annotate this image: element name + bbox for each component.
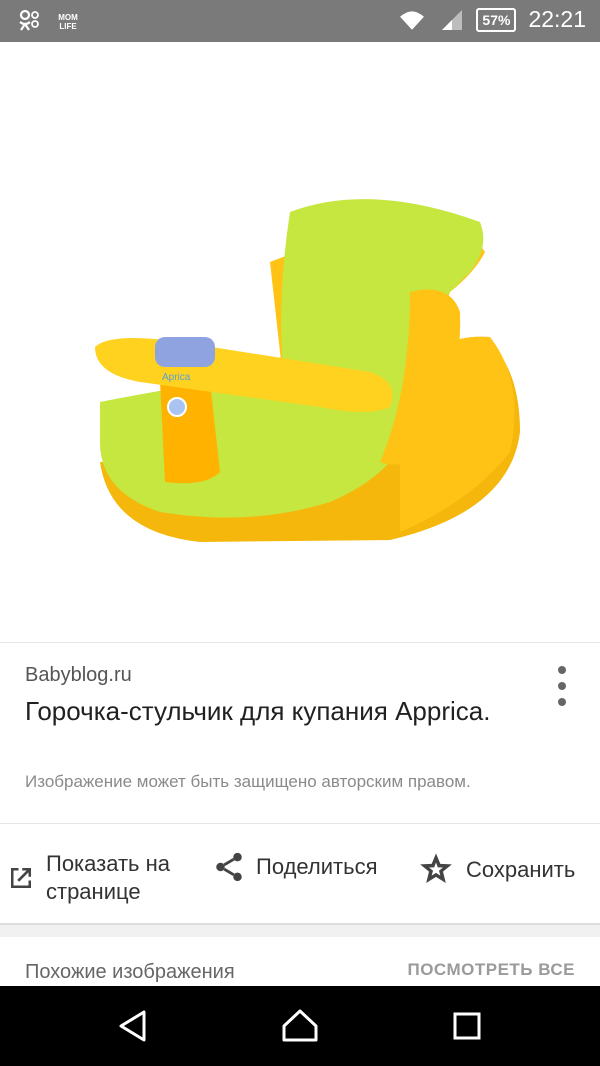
odnoklassniki-icon	[19, 9, 39, 31]
section-divider	[0, 923, 600, 937]
bath-seat-image: Aprica	[95, 199, 520, 542]
brand-print: Aprica	[162, 372, 191, 383]
wifi-icon	[400, 10, 425, 30]
more-options-button[interactable]	[556, 666, 568, 706]
battery-level: 57%	[482, 11, 511, 28]
copyright-notice: Изображение может быть защищено авторски…	[25, 772, 471, 791]
save-label: Сохранить	[466, 857, 576, 882]
recents-icon[interactable]	[447, 1006, 487, 1046]
more-vert-dot	[558, 698, 566, 706]
open-on-page-label: Показать на странице	[46, 851, 171, 904]
battery-indicator: 57%	[476, 7, 517, 32]
more-vert-dot	[558, 682, 566, 690]
open-external-icon	[11, 868, 31, 888]
star-badge-icon	[420, 853, 452, 883]
view-all-button[interactable]: ПОСМОТРЕТЬ ВСЕ	[407, 960, 575, 980]
image-preview[interactable]: Aprica	[0, 42, 600, 643]
share-icon	[216, 852, 242, 882]
more-vert-icon	[558, 666, 566, 674]
open-on-page-button[interactable]: Показать на странице	[6, 850, 196, 906]
svg-text:MOM: MOM	[58, 13, 78, 22]
source-domain[interactable]: Babyblog.ru	[25, 664, 132, 687]
clock: 22:21	[528, 6, 586, 32]
signal-icon	[442, 9, 463, 30]
share-button[interactable]: Поделиться	[212, 850, 377, 884]
svg-text:LIFE: LIFE	[59, 22, 77, 31]
back-icon[interactable]	[114, 1006, 154, 1046]
result-info: Babyblog.ru Горочка-стульчик для купания…	[0, 642, 600, 822]
share-label: Поделиться	[256, 854, 378, 879]
navigation-bar	[0, 986, 600, 1066]
similar-images-header: Похожие изображения ПОСМОТРЕТЬ ВСЕ	[0, 937, 600, 987]
mom-life-icon: MOM LIFE	[58, 13, 78, 31]
action-row: Показать на странице Поделиться Сохранит…	[0, 823, 600, 924]
similar-images-label: Похожие изображения	[25, 961, 235, 983]
status-bar: MOM LIFE 57% 22:21	[0, 0, 600, 42]
result-title[interactable]: Горочка-стульчик для купания Apprica.	[25, 694, 545, 729]
home-icon[interactable]	[280, 1006, 320, 1046]
save-button[interactable]: Сохранить	[416, 850, 575, 890]
